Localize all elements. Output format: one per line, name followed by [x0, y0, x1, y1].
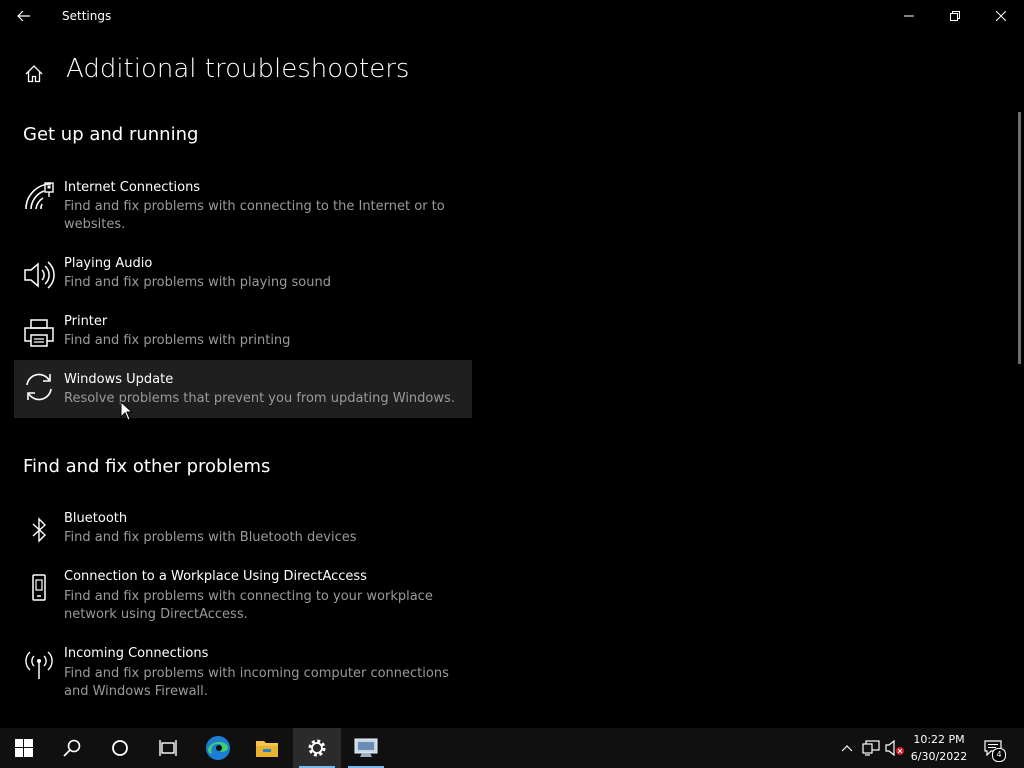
printer-icon — [22, 316, 56, 350]
item-title: Printer — [64, 314, 108, 329]
speaker-icon — [22, 258, 56, 292]
item-title: Playing Audio — [64, 256, 153, 271]
settings-taskbar-button[interactable] — [293, 728, 341, 768]
cortana-button[interactable] — [96, 728, 144, 768]
page-title: Additional troubleshooters — [66, 54, 410, 84]
troubleshooter-windows-update[interactable]: Windows Update Resolve problems that pre… — [14, 360, 472, 418]
sync-icon — [22, 370, 56, 404]
item-description: Find and fix problems with connecting to… — [64, 199, 445, 232]
section-title-find-and-fix-other-problems: Find and fix other problems — [23, 456, 271, 477]
task-view-button[interactable] — [144, 728, 192, 768]
item-title: Connection to a Workplace Using DirectAc… — [64, 569, 367, 584]
network-tray-icon — [862, 740, 880, 756]
bluetooth-icon — [22, 513, 56, 547]
item-description: Find and fix problems with playing sound — [64, 275, 331, 290]
item-title: Windows Update — [64, 372, 174, 387]
network-icon — [22, 180, 56, 214]
remote-desktop-icon — [354, 738, 378, 757]
file-explorer-button[interactable] — [243, 728, 291, 768]
cortana-icon — [112, 740, 128, 756]
search-icon — [63, 739, 81, 757]
troubleshooter-incoming-connections[interactable]: Incoming Connections Find and fix proble… — [14, 640, 472, 706]
item-description: Find and fix problems with printing — [64, 333, 291, 348]
network-tray-button[interactable] — [860, 728, 882, 768]
item-description: Find and fix problems with connecting to… — [64, 589, 433, 622]
restore-icon — [950, 11, 960, 21]
clock[interactable]: 10:22 PM 6/30/2022 — [906, 731, 972, 765]
troubleshooter-bluetooth[interactable]: Bluetooth Find and fix problems with Blu… — [14, 505, 472, 553]
file-explorer-icon — [256, 741, 278, 757]
settings-window: Settings Additional troubleshooters Get … — [0, 0, 1024, 728]
clock-date: 6/30/2022 — [910, 750, 968, 763]
troubleshooter-printer[interactable]: Printer Find and fix problems with print… — [14, 308, 472, 356]
phone-icon — [22, 571, 56, 605]
home-icon — [25, 65, 43, 83]
task-view-icon — [159, 740, 177, 756]
show-hidden-icons-button[interactable] — [838, 728, 856, 768]
search-button[interactable] — [48, 728, 96, 768]
minimize-icon — [904, 15, 914, 17]
back-arrow-icon — [17, 10, 30, 22]
restore-button[interactable] — [932, 0, 978, 32]
edge-button[interactable] — [194, 728, 242, 768]
taskbar: 10:22 PM 6/30/2022 4 — [0, 728, 1024, 768]
minimize-button[interactable] — [886, 0, 932, 32]
clock-time: 10:22 PM — [913, 733, 965, 746]
home-button[interactable] — [20, 60, 48, 88]
section-title-get-up-and-running: Get up and running — [23, 124, 199, 145]
scrollbar-thumb[interactable] — [1018, 112, 1021, 364]
window-title: Settings — [62, 9, 112, 23]
edge-icon — [206, 736, 230, 760]
troubleshooter-internet-connections[interactable]: Internet Connections Find and fix proble… — [14, 172, 472, 238]
start-icon — [15, 739, 33, 757]
antenna-icon — [22, 648, 56, 682]
settings-icon — [308, 739, 326, 757]
chevron-up-icon — [841, 745, 853, 752]
remote-desktop-button[interactable] — [342, 728, 390, 768]
item-title: Bluetooth — [64, 511, 128, 526]
troubleshooter-playing-audio[interactable]: Playing Audio Find and fix problems with… — [14, 250, 472, 298]
close-icon — [996, 11, 1006, 21]
mouse-cursor-icon — [120, 401, 134, 421]
item-description: Find and fix problems with Bluetooth dev… — [64, 530, 357, 545]
item-description: Find and fix problems with incoming comp… — [64, 666, 449, 699]
troubleshooter-directaccess[interactable]: Connection to a Workplace Using DirectAc… — [14, 563, 472, 629]
title-bar: Settings — [0, 0, 1024, 32]
volume-tray-button[interactable] — [884, 728, 906, 768]
notification-count-badge: 4 — [992, 748, 1006, 762]
volume-muted-icon — [885, 740, 904, 756]
item-title: Internet Connections — [64, 180, 201, 195]
back-button[interactable] — [8, 4, 40, 28]
item-title: Incoming Connections — [64, 646, 209, 661]
start-button[interactable] — [0, 728, 48, 768]
close-button[interactable] — [978, 0, 1024, 32]
